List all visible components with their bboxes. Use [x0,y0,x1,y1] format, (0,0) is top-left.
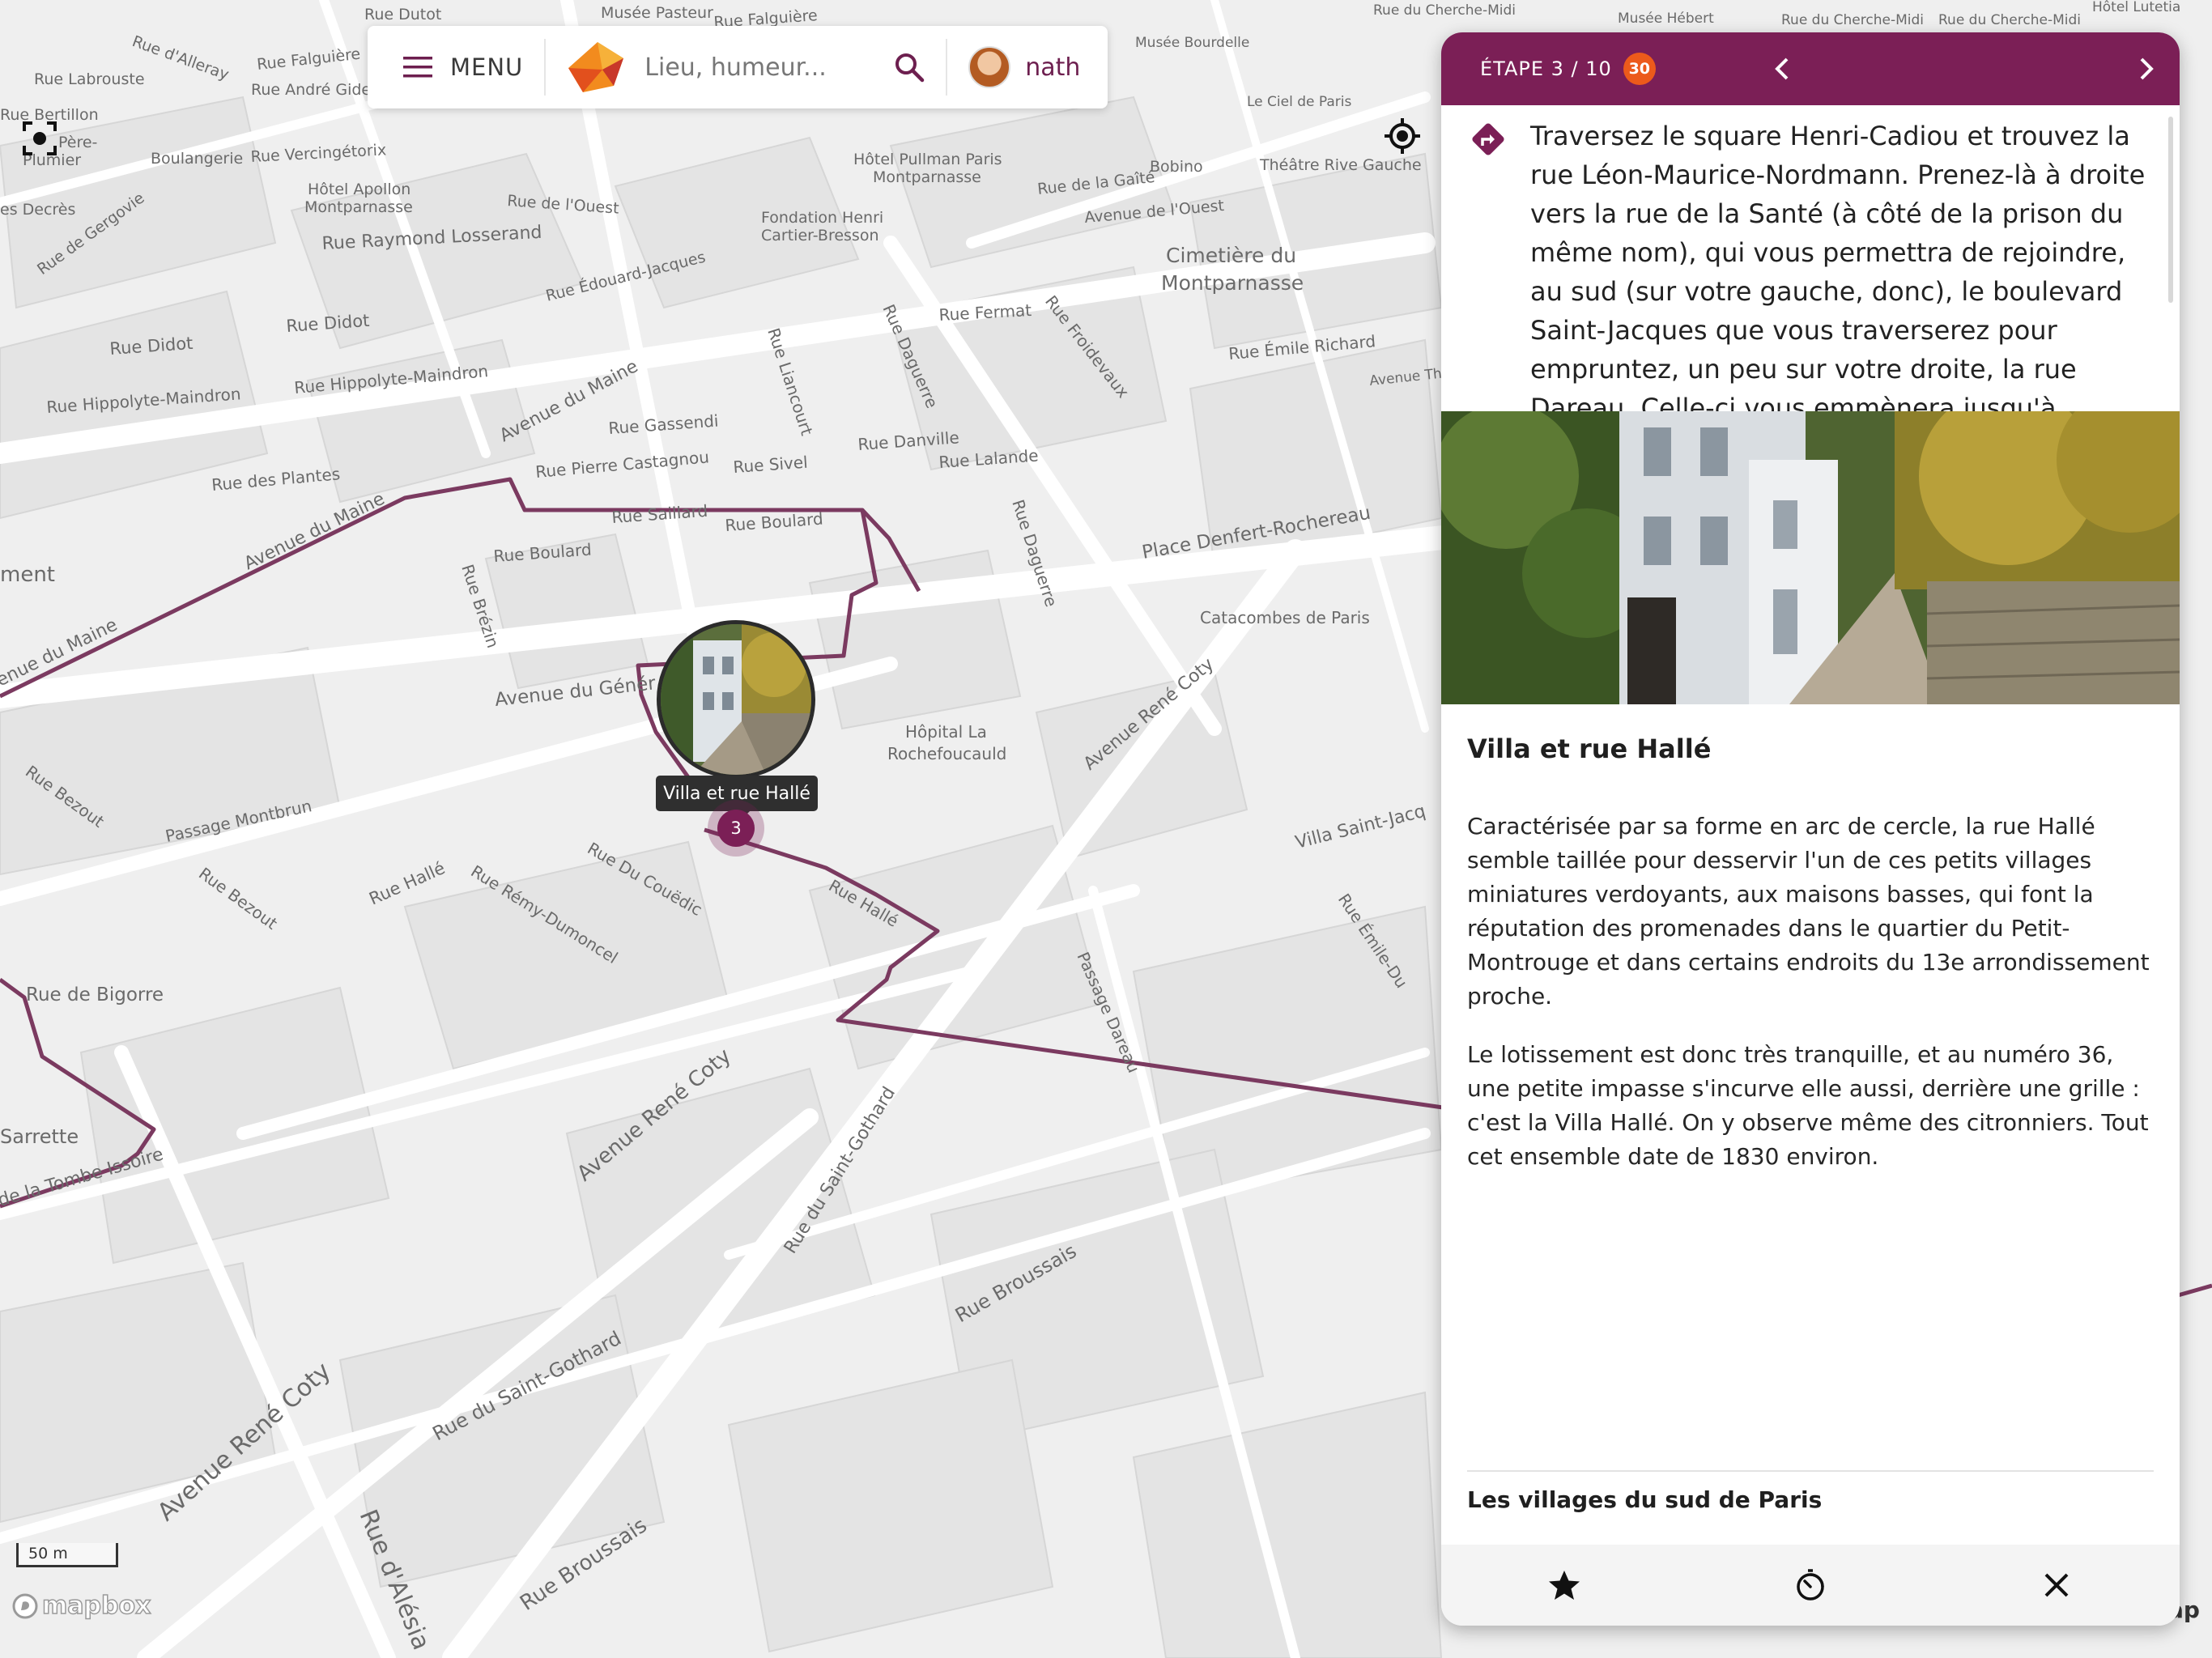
map-label: Montparnasse [304,198,413,216]
logo-icon [568,42,624,92]
turn-right-icon [1472,123,1504,155]
chevron-left-icon [1775,57,1789,80]
map-label: Rue Dutot [364,6,441,23]
map-label: Musée Pasteur [601,4,713,22]
map-label: Théâtre Rive Gauche [1259,156,1422,174]
next-step-button[interactable] [2129,53,2162,88]
map-label: Catacombes de Paris [1200,608,1370,627]
poi-marker-photo[interactable] [657,620,815,779]
panel-header: ÉTAPE 3 / 10 30 [1441,32,2180,105]
mapbox-attribution[interactable]: mapbox [11,1591,151,1621]
map-label: Montparnasse [1161,271,1304,295]
map-label: Cimetière du [1166,244,1296,267]
divider [544,39,547,96]
step-detail-panel: ÉTAPE 3 / 10 30 Traversez le square Henr… [1441,32,2180,1626]
map-label: Hôtel Lutetia [2092,0,2180,15]
map-label: Rochefoucauld [887,744,1006,763]
user-name: nath [1025,53,1081,82]
map-label: Hôpital La [905,722,987,742]
geolocate-button[interactable] [1383,117,1422,159]
crosshair-icon [1385,118,1420,154]
poi-description: Caractérisée par sa forme en arc de cerc… [1467,813,2150,1010]
map-label: Musée Bourdelle [1135,35,1249,51]
step-counter: ÉTAPE 3 / 10 [1480,57,1612,80]
map-label: Rue du Cherche-Midi [1938,12,2081,28]
menu-label: MENU [450,53,524,81]
menu-button[interactable]: MENU [368,26,544,108]
map-label: Rue du Cherche-Midi [1373,2,1516,19]
poi-photo [1441,411,2180,704]
poi-thumbnail [661,624,811,775]
directions-text: Traversez le square Henri-Cadiou et trou… [1530,121,2146,411]
close-button[interactable] [2024,1553,2089,1618]
step-marker-pin[interactable]: 3 [717,810,755,847]
map-label: Père- [58,134,97,151]
mapbox-wordmark: mapbox [41,1591,151,1621]
favorite-button[interactable] [1532,1553,1597,1618]
app-logo[interactable] [565,39,627,96]
close-icon [2044,1573,2069,1597]
map-label: Boulangerie [151,150,243,168]
walk-series-link[interactable]: Les villages du sud de Paris [1467,1486,1822,1513]
focus-icon [23,121,57,155]
top-bar: MENU nath [368,26,1108,108]
mapbox-icon [12,1593,38,1618]
search-button[interactable] [894,52,925,83]
directions-section[interactable]: Traversez le square Henri-Cadiou et trou… [1441,105,2180,411]
map-label: Rue du Cherche-Midi [1781,12,1924,28]
panel-footer [1441,1545,2180,1626]
step-badge: 30 [1623,53,1656,85]
map-label: Hôtel Pullman Paris [853,151,1002,168]
poi-title: Villa et rue Hallé [1467,733,1712,764]
poi-description: Le lotissement est donc très tranquille,… [1467,1041,2149,1170]
map-label: Rue André Gide [251,81,371,99]
map-scale: 50 m [16,1543,118,1567]
map-label: Bobino [1150,158,1203,176]
map-label: Cartier-Bresson [761,227,879,244]
marker-tooltip: Villa et rue Hallé [656,776,818,821]
recenter-button[interactable] [23,121,57,159]
map-label: Sarrette [0,1125,79,1148]
map-label: Rue Labrouste [34,70,145,88]
avatar [968,46,1011,88]
map-label: Le Ciel de Paris [1247,94,1351,110]
search-input[interactable] [643,52,890,83]
divider [1467,1470,2154,1472]
search-icon [895,53,925,83]
user-profile-button[interactable]: nath [947,46,1104,88]
star-icon [1549,1571,1580,1600]
map-label: Musée Hébert [1618,11,1714,27]
map-label: Hôtel Apollon [308,181,410,198]
map-label: Rue de Bigorre [26,984,164,1005]
map-label: Montparnasse [873,168,981,186]
map-label: ment [0,563,55,587]
hamburger-icon [403,57,432,78]
chevron-right-icon [2140,57,2154,80]
previous-step-button[interactable] [1767,53,1799,88]
scrollbar[interactable] [2168,117,2173,303]
map-label: es Decrès [0,201,75,219]
timer-icon [1797,1569,1824,1601]
map-label: Fondation Henri [761,209,883,227]
timer-button[interactable] [1778,1553,1843,1618]
